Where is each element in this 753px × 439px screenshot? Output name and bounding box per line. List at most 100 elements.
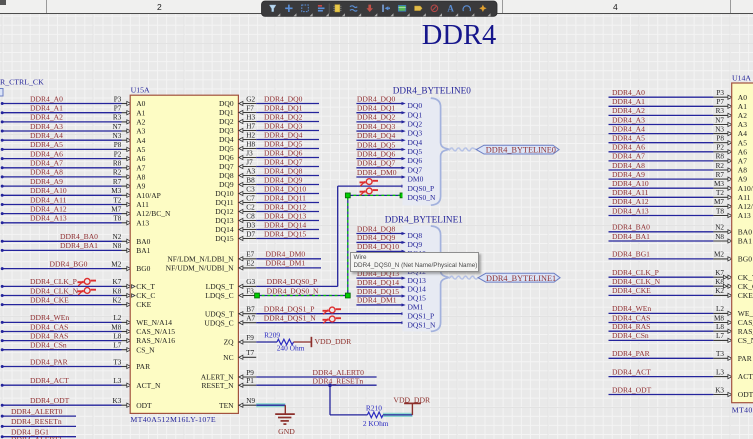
svg-text:A10/AP: A10/AP — [136, 191, 161, 200]
svg-text:DDR4_DQ2: DDR4_DQ2 — [357, 113, 396, 122]
svg-text:K8: K8 — [113, 287, 122, 295]
svg-text:G3: G3 — [246, 278, 255, 286]
svg-text:DQ11: DQ11 — [216, 198, 234, 207]
svg-text:DDR4_CLK_N: DDR4_CLK_N — [30, 286, 79, 295]
svg-text:A2: A2 — [136, 118, 145, 127]
svg-text:DDR4_A10: DDR4_A10 — [30, 186, 67, 195]
svg-text:DDR4_CKE: DDR4_CKE — [612, 286, 651, 295]
svg-text:P7: P7 — [114, 105, 122, 113]
svg-text:L7: L7 — [716, 332, 724, 340]
svg-text:DQ0: DQ0 — [408, 101, 423, 110]
svg-text:DQS0_P: DQS0_P — [408, 184, 435, 193]
svg-text:P3: P3 — [716, 89, 724, 97]
svg-text:T8: T8 — [113, 215, 121, 223]
svg-text:TEN: TEN — [219, 401, 234, 410]
svg-text:A4: A4 — [738, 129, 747, 138]
svg-text:WE_N/A14: WE_N/A14 — [738, 309, 753, 318]
svg-text:N8: N8 — [715, 233, 724, 241]
svg-text:DQ1: DQ1 — [408, 110, 423, 119]
svg-text:B8: B8 — [246, 176, 255, 184]
svg-text:DQS0_N: DQS0_N — [408, 193, 437, 202]
svg-text:DDR4_CSn: DDR4_CSn — [30, 341, 67, 350]
svg-text:J7: J7 — [246, 158, 253, 166]
svg-text:NF/LDM_N/LDBI_N: NF/LDM_N/LDBI_N — [167, 254, 234, 263]
svg-text:DQ6: DQ6 — [219, 153, 234, 162]
svg-text:P8: P8 — [114, 141, 122, 149]
svg-text:DDR4_ALERT1: DDR4_ALERT1 — [11, 435, 63, 439]
svg-text:A10/AP: A10/AP — [738, 184, 753, 193]
svg-text:CS_N: CS_N — [738, 336, 753, 345]
svg-text:R7: R7 — [716, 171, 725, 179]
svg-text:R3: R3 — [716, 107, 725, 115]
svg-text:DDR4_DQ8: DDR4_DQ8 — [264, 166, 303, 175]
svg-text:PAR: PAR — [738, 354, 752, 363]
svg-text:A11: A11 — [136, 200, 149, 209]
svg-text:NF/UDM_N/UDBI_N: NF/UDM_N/UDBI_N — [166, 264, 235, 273]
svg-text:DDR4_BYTELINE1: DDR4_BYTELINE1 — [385, 214, 463, 224]
svg-text:DDR4_DQ11: DDR4_DQ11 — [264, 193, 306, 202]
svg-text:C3: C3 — [246, 185, 255, 193]
svg-text:BA0: BA0 — [136, 237, 150, 246]
svg-text:A9: A9 — [136, 182, 145, 191]
svg-text:CK_C: CK_C — [136, 291, 155, 300]
svg-text:DQS1_P: DQS1_P — [408, 311, 435, 320]
svg-text:DDR4_BA1: DDR4_BA1 — [612, 232, 650, 241]
svg-text:R210: R210 — [366, 403, 382, 412]
svg-text:L3: L3 — [716, 368, 724, 376]
svg-text:DDR4_DQ10: DDR4_DQ10 — [357, 242, 399, 251]
svg-text:DDR4_WEn: DDR4_WEn — [30, 313, 69, 322]
svg-text:DDR4_CKE: DDR4_CKE — [30, 295, 69, 304]
svg-text:DDR4_BA1: DDR4_BA1 — [60, 241, 98, 250]
svg-text:P3: P3 — [114, 95, 122, 103]
svg-text:DDR4_DQ14: DDR4_DQ14 — [264, 220, 306, 229]
svg-text:N2: N2 — [715, 224, 724, 232]
svg-text:RESET_N: RESET_N — [202, 381, 235, 390]
svg-text:DDR4_A2: DDR4_A2 — [612, 106, 645, 115]
svg-text:DQ9: DQ9 — [219, 180, 234, 189]
svg-text:ODT: ODT — [136, 401, 152, 410]
svg-text:M3: M3 — [714, 180, 724, 188]
svg-text:UDQS_C: UDQS_C — [204, 318, 233, 327]
svg-text:DQ8: DQ8 — [219, 171, 234, 180]
svg-text:CAS_N/A15: CAS_N/A15 — [738, 318, 753, 327]
svg-text:R2: R2 — [113, 169, 122, 177]
svg-text:N9: N9 — [246, 397, 255, 405]
svg-text:MT40A512M16LY-107E: MT40A512M16LY-107E — [130, 415, 216, 424]
svg-text:R3: R3 — [113, 114, 122, 122]
svg-text:VDD_DDR: VDD_DDR — [393, 395, 431, 404]
svg-text:T2: T2 — [113, 196, 121, 204]
svg-text:DDR4_A11: DDR4_A11 — [612, 188, 649, 197]
svg-text:DDR4_DQ0: DDR4_DQ0 — [357, 94, 396, 103]
svg-text:CKE: CKE — [136, 300, 151, 309]
svg-text:DQ7: DQ7 — [219, 162, 234, 171]
svg-text:DDR4_A6: DDR4_A6 — [612, 143, 645, 152]
svg-text:DQ4: DQ4 — [408, 138, 423, 147]
svg-text:DDR4_ODT: DDR4_ODT — [30, 396, 70, 405]
svg-text:DDR4_DQ7: DDR4_DQ7 — [264, 157, 303, 166]
svg-text:U15A: U15A — [131, 86, 150, 95]
svg-text:DDR4_A3: DDR4_A3 — [30, 122, 63, 131]
svg-text:A6: A6 — [136, 154, 145, 163]
svg-text:DDR4_CAS: DDR4_CAS — [612, 313, 650, 322]
svg-text:M2: M2 — [714, 251, 724, 259]
svg-text:DDR4_BA0: DDR4_BA0 — [612, 223, 650, 232]
svg-text:T7: T7 — [246, 349, 254, 357]
svg-text:RAS_N/A16: RAS_N/A16 — [738, 327, 753, 336]
svg-text:A4: A4 — [136, 136, 145, 145]
svg-text:DDR4_A13: DDR4_A13 — [30, 214, 67, 223]
svg-text:DDR4_DQ12: DDR4_DQ12 — [264, 202, 306, 211]
svg-text:DDR4_A11: DDR4_A11 — [30, 195, 67, 204]
svg-text:LDQS_T: LDQS_T — [206, 282, 234, 291]
svg-text:DDR4_A10: DDR4_A10 — [612, 179, 649, 188]
svg-text:M7: M7 — [111, 205, 121, 213]
svg-text:H2: H2 — [246, 131, 255, 139]
svg-text:D7: D7 — [246, 230, 255, 238]
svg-text:DDR4_CLK_P: DDR4_CLK_P — [612, 268, 659, 277]
svg-text:DDR4_DQS1_P: DDR4_DQS1_P — [264, 305, 315, 314]
svg-text:DDR4_DQ4: DDR4_DQ4 — [357, 131, 396, 140]
svg-text:H3: H3 — [246, 113, 255, 121]
svg-text:A0: A0 — [136, 99, 145, 108]
svg-text:L8: L8 — [113, 332, 121, 340]
svg-text:DDR4_CAS: DDR4_CAS — [30, 322, 68, 331]
svg-text:N7: N7 — [715, 116, 724, 124]
